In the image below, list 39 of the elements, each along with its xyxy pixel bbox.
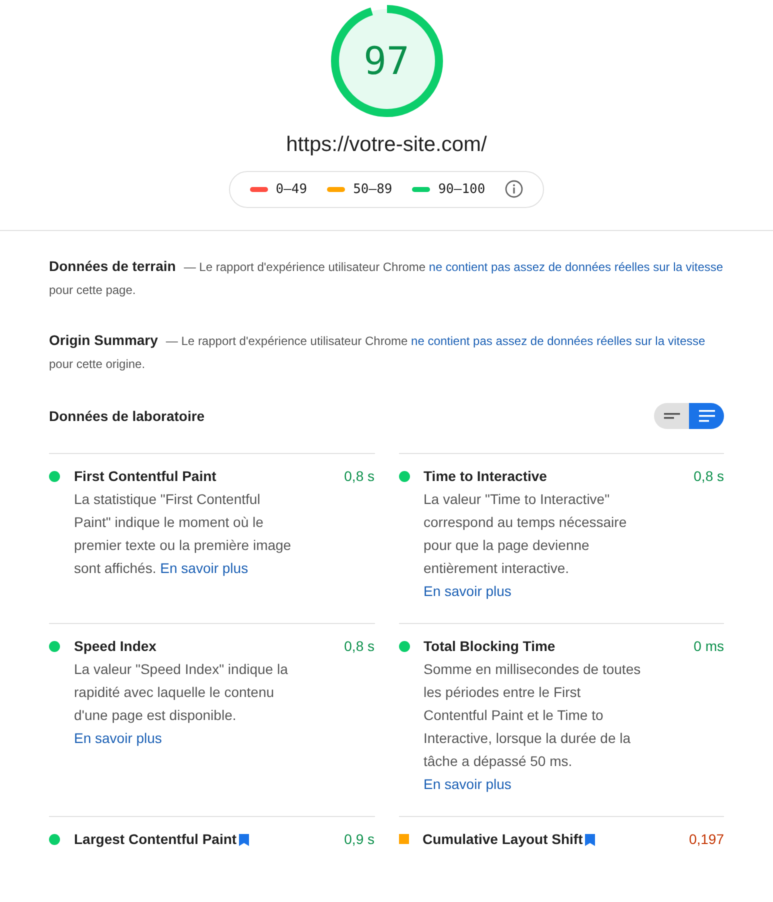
metric-description: La valeur "Time to Interactive" correspond au temps nécessaire pour que la page devienne entièrement interactive. En savoir plus xyxy=(424,490,628,601)
lab-title: Données de laboratoire xyxy=(49,406,205,426)
view-toggle[interactable] xyxy=(654,403,689,429)
section-text: — Le rapport d'expérience utilisateur Chrome xyxy=(184,260,426,274)
metric-name: Cumulative Layout Shift xyxy=(422,830,583,849)
field-data-link[interactable]: ne contient pas assez de données réelles sur la vitesse xyxy=(428,260,724,274)
field-data-link[interactable]: ne contient pas assez de données réelles sur la vitesse xyxy=(411,334,706,348)
page-url: https://votre-site.com/ xyxy=(286,132,487,158)
metric-description: La valeur "Speed Index" indique la rapidité avec laquelle le contenu d'une page est disponible. En savoir plus xyxy=(74,660,289,748)
metric-value: 0,8 s xyxy=(344,467,374,486)
metric-value: 0 ms xyxy=(694,637,724,656)
section-text: — Le rapport d'expérience utilisateur Chrome xyxy=(166,334,408,348)
legend-range: 50–89 xyxy=(353,180,392,198)
lines-icon xyxy=(664,413,680,419)
metric-value: 0,9 s xyxy=(344,830,374,849)
score-value: 97 xyxy=(364,38,410,84)
section-text: pour cette origine. xyxy=(49,357,146,371)
metric-value: 0,197 xyxy=(688,830,724,849)
section-title: Données de terrain xyxy=(49,258,176,274)
metric-description: La statistique "First Contentful Paint" indique le moment où le premier texte ou la première image sont affichés. En savoir plus xyxy=(74,490,292,578)
metric-description: Somme en millisecondes de toutes les périodes entre le First Contentful Paint et le Time to Interactive, lorsque la durée de la tâche a dépassé 50 ms. En savoir plus xyxy=(424,660,642,794)
learn-more-link[interactable]: En savoir plus xyxy=(424,583,512,599)
section-text: pour cette page. xyxy=(49,283,136,297)
metric-name: Total Blocking Time xyxy=(424,637,556,656)
metric-name: Largest Contentful Paint xyxy=(74,830,237,849)
legend-range: 90–100 xyxy=(438,180,486,198)
legend-range: 0–49 xyxy=(276,180,308,198)
metric-value: 0,8 s xyxy=(344,637,374,656)
lines-icon xyxy=(698,410,714,422)
learn-more-link[interactable]: En savoir plus xyxy=(160,560,248,576)
learn-more-link[interactable]: En savoir plus xyxy=(74,730,162,746)
info-icon[interactable] xyxy=(505,180,524,198)
metric-name: First Contentful Paint xyxy=(74,467,216,486)
view-toggle[interactable] xyxy=(689,403,724,429)
metric-name: Speed Index xyxy=(74,637,156,656)
metric-name: Time to Interactive xyxy=(424,467,547,486)
learn-more-link[interactable]: En savoir plus xyxy=(424,776,512,792)
section-title: Origin Summary xyxy=(49,332,158,348)
metric-value: 0,8 s xyxy=(694,467,724,486)
